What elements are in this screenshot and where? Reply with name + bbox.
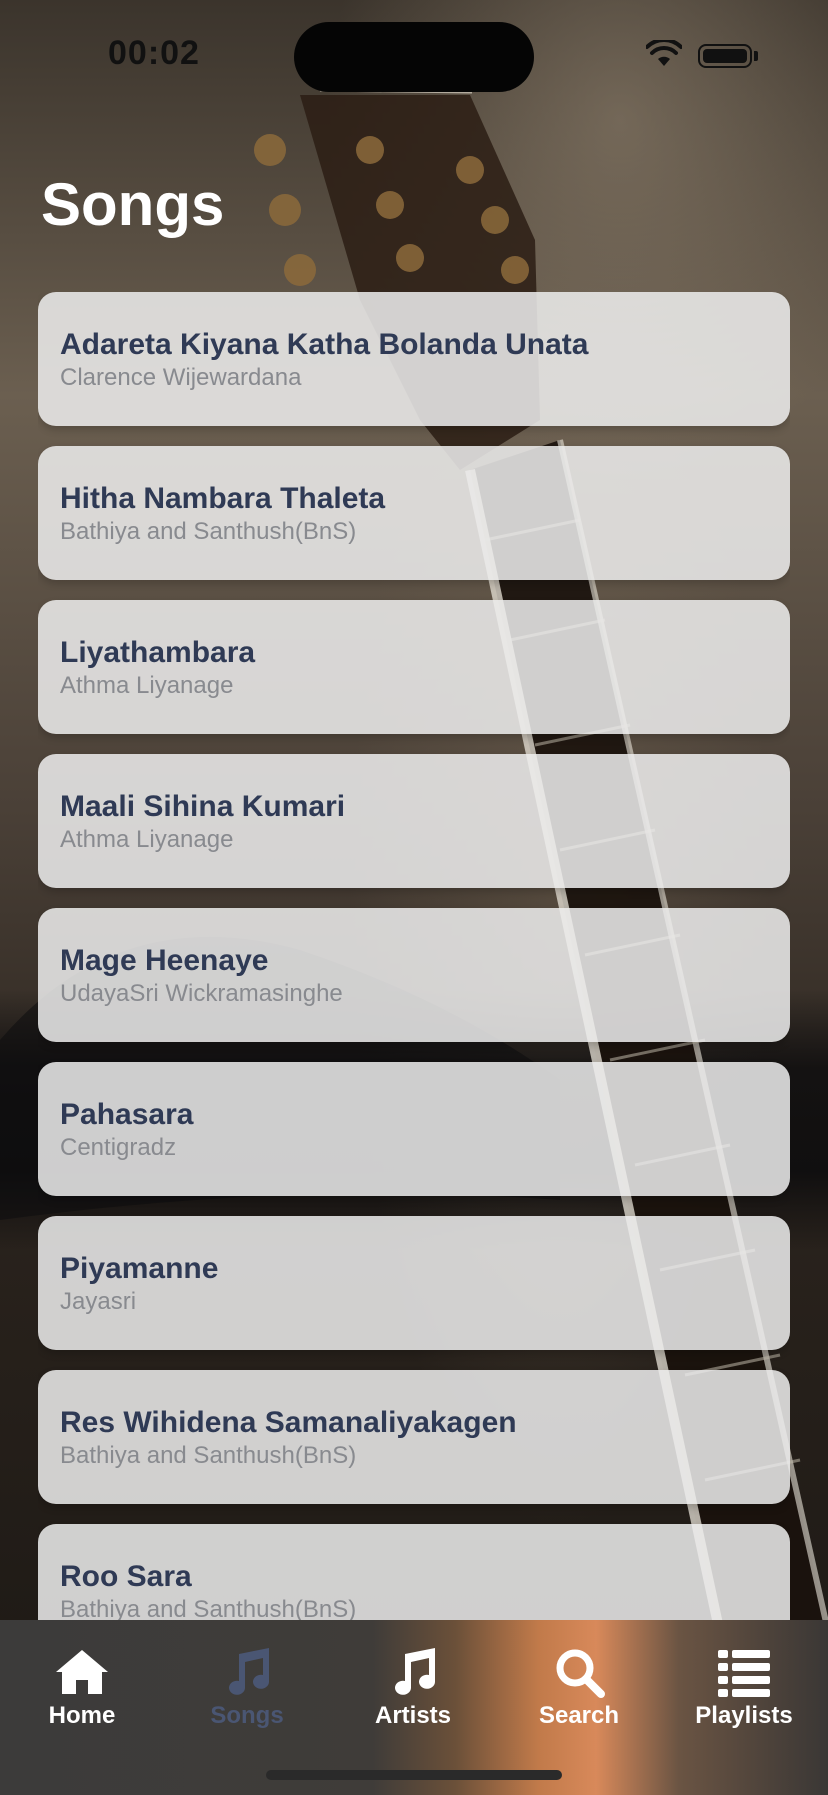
wifi-icon bbox=[646, 40, 682, 66]
song-artist: UdayaSri Wickramasinghe bbox=[60, 980, 343, 1007]
song-artist: Jayasri bbox=[60, 1288, 137, 1315]
song-title: Roo Sara bbox=[60, 1560, 192, 1593]
song-artist: Athma Liyanage bbox=[60, 672, 234, 699]
song-title: Mage Heenaye bbox=[60, 944, 269, 977]
tab-songs[interactable]: Songs bbox=[172, 1646, 322, 1746]
song-title: Adareta Kiyana Katha Bolanda Unata bbox=[60, 328, 589, 361]
house-icon bbox=[56, 1650, 108, 1694]
song-row[interactable]: Adareta Kiyana Katha Bolanda Unata Clare… bbox=[38, 292, 790, 426]
song-artist: Clarence Wijewardana bbox=[60, 364, 302, 391]
tab-artists-label: Artists bbox=[374, 1702, 452, 1729]
music-note-icon bbox=[229, 1648, 269, 1695]
song-row[interactable]: Liyathambara Athma Liyanage bbox=[38, 600, 790, 734]
song-title: Pahasara bbox=[60, 1098, 194, 1131]
list-icon bbox=[718, 1650, 770, 1697]
tab-songs-label: Songs bbox=[210, 1702, 284, 1729]
music-note-icon bbox=[395, 1648, 435, 1695]
tab-search[interactable]: Search bbox=[504, 1646, 654, 1746]
song-row[interactable]: Mage Heenaye UdayaSri Wickramasinghe bbox=[38, 908, 790, 1042]
song-title: Res Wihidena Samanaliyakagen bbox=[60, 1406, 517, 1439]
tab-bar: Home Songs Artists Search Playlists bbox=[0, 1620, 828, 1795]
tab-home-label: Home bbox=[48, 1702, 116, 1729]
song-row[interactable]: Roo Sara Bathiya and Santhush(BnS) bbox=[38, 1524, 790, 1620]
song-title: Hitha Nambara Thaleta bbox=[60, 482, 386, 515]
tab-artists[interactable]: Artists bbox=[338, 1646, 488, 1746]
song-row[interactable]: Piyamanne Jayasri bbox=[38, 1216, 790, 1350]
battery-tip bbox=[754, 51, 758, 61]
song-row[interactable]: Res Wihidena Samanaliyakagen Bathiya and… bbox=[38, 1370, 790, 1504]
tab-playlists-label: Playlists bbox=[695, 1702, 793, 1729]
song-row[interactable]: Hitha Nambara Thaleta Bathiya and Santhu… bbox=[38, 446, 790, 580]
tab-playlists[interactable]: Playlists bbox=[669, 1646, 819, 1746]
song-artist: Bathiya and Santhush(BnS) bbox=[60, 1596, 357, 1620]
song-artist: Centigradz bbox=[60, 1134, 177, 1161]
song-list[interactable]: Adareta Kiyana Katha Bolanda Unata Clare… bbox=[38, 292, 790, 1620]
tab-home[interactable]: Home bbox=[7, 1646, 157, 1746]
song-artist: Bathiya and Santhush(BnS) bbox=[60, 518, 357, 545]
battery-icon bbox=[698, 44, 752, 68]
song-title: Liyathambara bbox=[60, 636, 256, 669]
dynamic-island bbox=[294, 22, 534, 92]
tab-search-label: Search bbox=[538, 1702, 620, 1729]
status-time: 00:02 bbox=[108, 34, 200, 72]
song-row[interactable]: Maali Sihina Kumari Athma Liyanage bbox=[38, 754, 790, 888]
song-artist: Athma Liyanage bbox=[60, 826, 234, 853]
page-title: Songs bbox=[41, 171, 225, 238]
song-title: Maali Sihina Kumari bbox=[60, 790, 346, 823]
song-artist: Bathiya and Santhush(BnS) bbox=[60, 1442, 357, 1469]
song-title: Piyamanne bbox=[60, 1252, 219, 1285]
home-indicator bbox=[266, 1770, 562, 1780]
magnifying-glass-icon bbox=[556, 1649, 605, 1698]
song-row[interactable]: Pahasara Centigradz bbox=[38, 1062, 790, 1196]
